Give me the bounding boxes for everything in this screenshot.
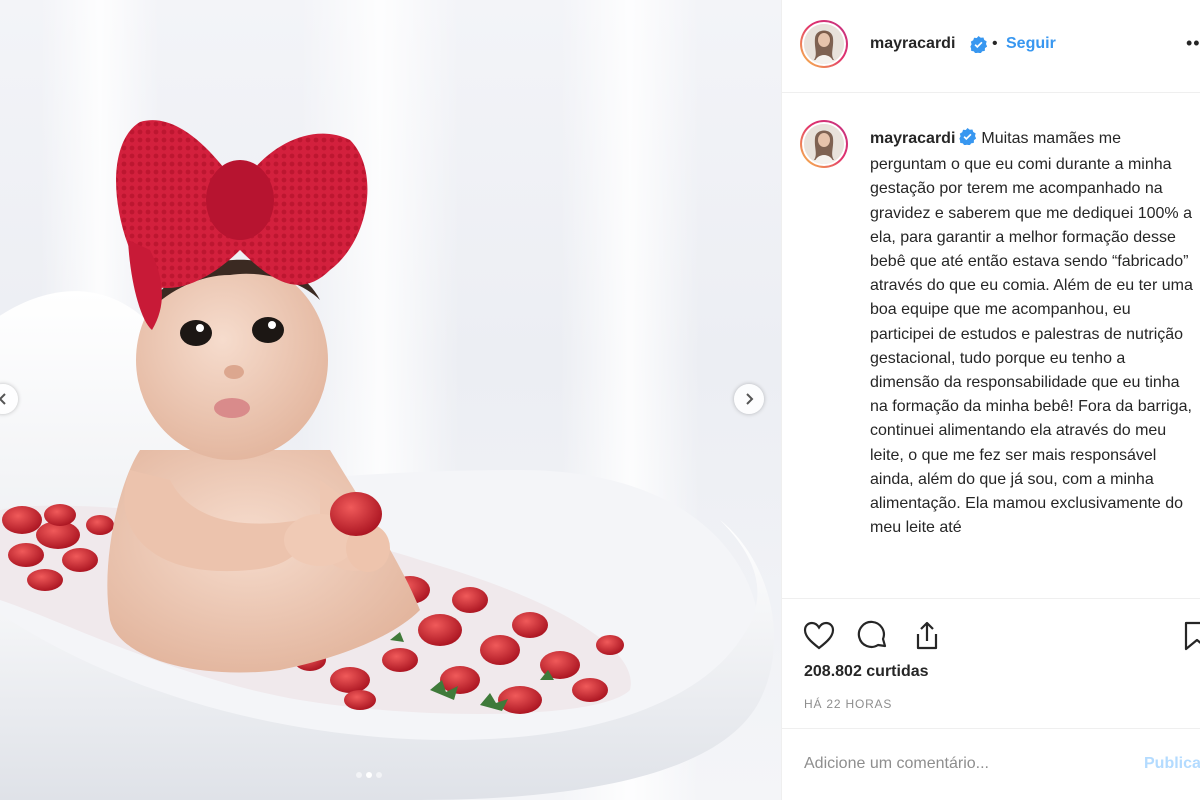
verified-badge-icon	[959, 128, 977, 153]
comment-bubble-icon	[857, 620, 887, 648]
carousel-dot	[376, 772, 382, 778]
comment-button[interactable]	[856, 619, 890, 653]
follow-button[interactable]: Seguir	[1006, 35, 1056, 53]
verified-badge-icon	[970, 36, 988, 58]
like-button[interactable]	[802, 619, 836, 653]
post-timestamp[interactable]: HÁ 22 HORAS	[804, 697, 892, 711]
carousel-dot-active	[366, 772, 372, 778]
chevron-right-icon	[746, 393, 754, 405]
caption-username[interactable]: mayracardi	[870, 130, 955, 147]
save-button[interactable]	[1180, 619, 1200, 653]
like-count[interactable]: 208.802 curtidas	[804, 663, 929, 681]
comment-input[interactable]	[804, 751, 1104, 777]
chevron-left-icon	[0, 393, 6, 405]
post-actions: 208.802 curtidas HÁ 22 HORAS	[782, 598, 1200, 728]
bookmark-icon	[1184, 621, 1200, 651]
carousel-dot	[356, 772, 362, 778]
profile-picture	[804, 24, 844, 64]
author-username[interactable]: mayracardi	[870, 35, 955, 53]
post-side-panel: mayracardi • Seguir •• mayracardi Muitas …	[781, 0, 1200, 800]
post-header: mayracardi • Seguir ••	[782, 0, 1200, 93]
baby-in-bathtub-image	[0, 120, 775, 800]
next-photo-button[interactable]	[734, 384, 764, 414]
avatar[interactable]	[800, 20, 848, 68]
post-caption: mayracardi Muitas mamães me perguntam o q…	[870, 127, 1196, 540]
carousel-indicator	[356, 772, 382, 778]
header-separator: •	[992, 35, 998, 52]
publish-comment-button[interactable]: Publicar	[1144, 755, 1200, 773]
heart-icon	[803, 621, 835, 650]
caption-text: Muitas mamães me perguntam o que eu comi…	[870, 130, 1193, 537]
post-photo[interactable]	[0, 0, 781, 800]
more-options-button[interactable]: ••	[1186, 33, 1200, 54]
add-comment-form: Publicar	[782, 728, 1200, 800]
share-icon	[916, 621, 938, 650]
avatar[interactable]	[800, 120, 848, 168]
profile-picture	[804, 124, 844, 164]
share-button[interactable]	[910, 619, 944, 653]
comments-section: mayracardi Muitas mamães me perguntam o q…	[782, 94, 1200, 598]
